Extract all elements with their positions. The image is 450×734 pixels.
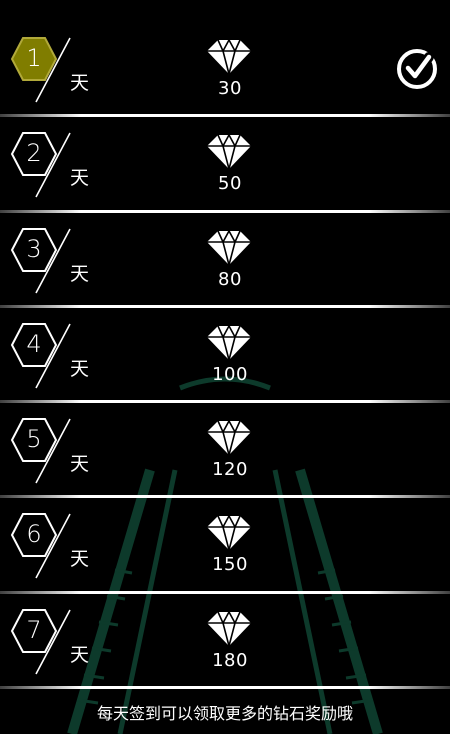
diamond-reward-amount: 120 bbox=[212, 459, 248, 481]
day-unit-label: 天 bbox=[70, 453, 90, 476]
signin-row-day-1[interactable]: 1 天 30 bbox=[0, 22, 450, 118]
diamond-icon bbox=[206, 39, 252, 75]
slash-divider-icon bbox=[35, 228, 71, 293]
diamond-icon bbox=[206, 515, 252, 552]
day-unit-label: 天 bbox=[70, 262, 90, 285]
day-unit-label: 天 bbox=[70, 72, 90, 94]
slash-divider-icon bbox=[35, 609, 71, 675]
slash-divider-icon bbox=[35, 37, 71, 103]
signin-hint-text: 每天签到可以领取更多的钻石奖励哦 bbox=[96, 704, 353, 723]
day-unit-label: 天 bbox=[70, 167, 90, 190]
slash-divider-icon bbox=[35, 418, 71, 484]
signin-reward-list: 1 天 30 2 天 50 3 天 80 4 天 100 5 天 120 6 天… bbox=[0, 22, 450, 690]
slash-divider-icon bbox=[35, 323, 71, 389]
diamond-reward-amount: 180 bbox=[212, 649, 248, 671]
row-divider bbox=[0, 686, 450, 690]
signin-row-day-4[interactable]: 4 天 100 bbox=[0, 308, 450, 404]
diamond-reward-amount: 30 bbox=[218, 78, 242, 99]
slash-divider-icon bbox=[35, 132, 71, 198]
day-unit-label: 天 bbox=[70, 643, 90, 666]
day-unit-label: 天 bbox=[70, 357, 90, 380]
diamond-reward-amount: 80 bbox=[218, 268, 242, 290]
slash-divider-icon bbox=[35, 514, 71, 579]
diamond-reward-amount: 50 bbox=[218, 173, 242, 195]
diamond-icon bbox=[206, 134, 252, 171]
claimed-check-icon bbox=[396, 48, 438, 90]
diamond-icon bbox=[206, 610, 252, 647]
signin-row-day-2[interactable]: 2 天 50 bbox=[0, 117, 450, 213]
signin-row-day-3[interactable]: 3 天 80 bbox=[0, 213, 450, 308]
diamond-reward-amount: 100 bbox=[212, 363, 248, 385]
diamond-icon bbox=[206, 420, 252, 457]
diamond-reward-amount: 150 bbox=[212, 554, 248, 576]
signin-row-day-5[interactable]: 5 天 120 bbox=[0, 403, 450, 499]
day-unit-label: 天 bbox=[70, 548, 90, 571]
diamond-icon bbox=[206, 229, 252, 266]
signin-row-day-7[interactable]: 7 天 180 bbox=[0, 594, 450, 690]
signin-row-day-6[interactable]: 6 天 150 bbox=[0, 498, 450, 594]
diamond-icon bbox=[206, 324, 252, 361]
